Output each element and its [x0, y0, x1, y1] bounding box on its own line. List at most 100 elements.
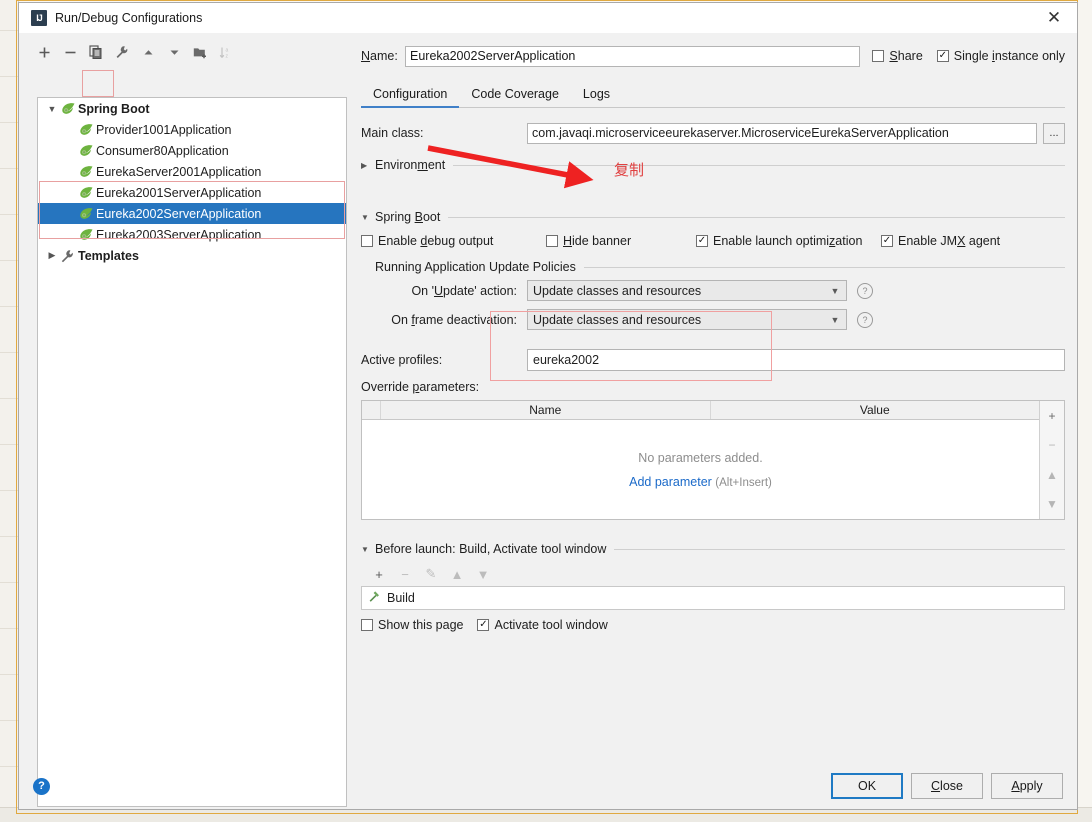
background-text-line	[0, 674, 18, 675]
chevron-down-icon[interactable]: ▼	[824, 315, 846, 325]
tree-item-consumer80application[interactable]: Consumer80Application	[38, 140, 346, 161]
before-launch-task-list[interactable]: Build	[361, 586, 1065, 610]
main-class-browse-button[interactable]: ...	[1043, 122, 1065, 144]
show-this-page-checkbox[interactable]: Show this page	[361, 618, 463, 632]
on-frame-deactivation-select[interactable]: Update classes and resources ▼	[527, 309, 847, 330]
name-row-checkboxes: Share Single instance only	[872, 49, 1065, 63]
tab-logs[interactable]: Logs	[571, 87, 622, 107]
chevron-right-icon[interactable]: ▶	[44, 250, 60, 261]
tree-toolbar: a z	[25, 39, 349, 65]
configurations-tree-pane: a z ▼ Spring Boot Provider1001Applicatio…	[19, 33, 349, 807]
active-profiles-input[interactable]: eureka2002	[527, 349, 1065, 371]
close-button[interactable]: Close	[911, 773, 983, 799]
wrench-icon[interactable]	[109, 41, 135, 63]
minus-icon[interactable]	[57, 41, 83, 63]
run-debug-configurations-dialog: IJ Run/Debug Configurations ✕ a z ▼ Spri…	[18, 2, 1078, 810]
add-task-button[interactable]: +	[367, 564, 391, 584]
tree-item-eureka2002serverapplication[interactable]: Eureka2002ServerApplication	[38, 203, 346, 224]
chevron-down-icon[interactable]: ▼	[361, 545, 370, 554]
name-input[interactable]: Eureka2002ServerApplication	[405, 45, 860, 67]
main-class-input[interactable]: com.javaqi.microserviceeurekaserver.Micr…	[527, 122, 1037, 144]
activate-tool-window-checkbox[interactable]: Activate tool window	[477, 618, 608, 632]
chevron-down-icon[interactable]: ▼	[44, 104, 60, 114]
arrow-up-icon[interactable]	[135, 41, 161, 63]
tree-item-label: Provider1001Application	[96, 122, 232, 137]
hide-banner-checkbox[interactable]: Hide banner	[546, 234, 696, 248]
override-parameters-table[interactable]: Name Value No parameters added. Add para…	[361, 400, 1065, 520]
column-header-value[interactable]: Value	[711, 401, 1040, 419]
add-parameter-shortcut-hint: (Alt+Insert)	[715, 476, 772, 489]
plus-icon[interactable]	[31, 41, 57, 63]
footer-buttons: OK Close Apply	[831, 773, 1063, 799]
dialog-title: Run/Debug Configurations	[55, 11, 203, 25]
single-instance-only-checkbox[interactable]: Single instance only	[936, 49, 1065, 63]
row-gutter-column	[362, 401, 381, 419]
tab-code-coverage[interactable]: Code Coverage	[459, 87, 571, 107]
tree-item-eureka2001serverapplication[interactable]: Eureka2001ServerApplication	[38, 182, 346, 203]
spring-boot-icon	[78, 207, 94, 221]
background-text-line	[0, 766, 18, 767]
dialog-body: a z ▼ Spring Boot Provider1001Applicatio…	[19, 33, 1077, 807]
spring-boot-section-header[interactable]: ▼ Spring Boot	[361, 210, 1065, 224]
on-update-action-value: Update classes and resources	[533, 283, 702, 298]
enable-jmx-agent-checkbox[interactable]: Enable JMX agent	[881, 234, 1000, 248]
question-mark-icon[interactable]: ?	[857, 282, 873, 299]
enable-debug-output-checkbox[interactable]: Enable debug output	[361, 234, 546, 248]
update-policies-label: Running Application Update Policies	[375, 260, 576, 274]
on-frame-deactivation-label: On frame deactivation:	[391, 312, 517, 327]
svg-text:z: z	[226, 53, 229, 59]
tree-group-templates[interactable]: ▶ Templates	[38, 245, 346, 266]
spring-boot-icon	[78, 186, 94, 200]
edit-task-button[interactable]: ✎	[419, 564, 443, 584]
folder-add-icon[interactable]	[187, 41, 213, 63]
remove-parameter-button[interactable]: −	[1040, 431, 1064, 461]
add-parameter-button[interactable]: +	[1040, 401, 1064, 431]
move-parameter-down-button[interactable]: ▼	[1040, 490, 1064, 520]
question-mark-icon[interactable]: ?	[33, 777, 50, 795]
tree-item-label: Eureka2003ServerApplication	[96, 227, 262, 242]
update-policies-header: Running Application Update Policies	[361, 260, 1065, 274]
remove-task-button[interactable]: −	[393, 564, 417, 584]
empty-table-message: No parameters added.	[638, 450, 763, 465]
ok-button[interactable]: OK	[831, 773, 903, 799]
move-parameter-up-button[interactable]: ▲	[1040, 460, 1064, 490]
move-task-down-button[interactable]: ▼	[471, 564, 495, 584]
enable-launch-optimization-checkbox[interactable]: Enable launch optimization	[696, 234, 881, 248]
close-icon[interactable]: ✕	[1031, 3, 1077, 33]
share-checkbox[interactable]: Share	[872, 49, 923, 63]
before-launch-header[interactable]: ▼ Before launch: Build, Activate tool wi…	[361, 542, 1065, 556]
configuration-tab-panel: Main class: com.javaqi.microserviceeurek…	[361, 108, 1065, 632]
add-parameter-link[interactable]: Add parameter	[629, 475, 712, 489]
chevron-down-icon[interactable]: ▼	[361, 213, 370, 222]
tab-configuration[interactable]: Configuration	[361, 87, 460, 108]
apply-button[interactable]: Apply	[991, 773, 1063, 799]
before-launch-task-label: Build	[387, 591, 415, 605]
environment-section-header[interactable]: ▶ Environment	[361, 158, 1065, 172]
configurations-tree[interactable]: ▼ Spring Boot Provider1001Application Co…	[37, 97, 347, 807]
background-text-line	[0, 490, 18, 491]
name-label: Name:	[361, 49, 398, 63]
tree-item-eurekaserver2001application[interactable]: EurekaServer2001Application	[38, 161, 346, 182]
chevron-right-icon[interactable]: ▶	[361, 161, 370, 170]
arrow-down-icon[interactable]	[161, 41, 187, 63]
main-class-label: Main class:	[361, 126, 424, 140]
configuration-editor-pane: Name: Eureka2002ServerApplication Share …	[349, 33, 1077, 763]
tree-item-eureka2003serverapplication[interactable]: Eureka2003ServerApplication	[38, 224, 346, 245]
build-hammer-icon	[368, 590, 381, 606]
chevron-down-icon[interactable]: ▼	[824, 286, 846, 296]
before-launch-options: Show this page Activate tool window	[361, 618, 1065, 632]
tree-group-spring-boot[interactable]: ▼ Spring Boot	[38, 98, 346, 119]
dialog-footer: ? OK Close Apply	[19, 763, 1077, 809]
spring-boot-icon	[78, 144, 94, 158]
copy-icon[interactable]	[83, 41, 109, 63]
sort-az-icon[interactable]: a z	[213, 41, 239, 63]
question-mark-icon[interactable]: ?	[857, 311, 873, 328]
before-launch-label: Before launch: Build, Activate tool wind…	[375, 542, 607, 556]
parameters-table-body: No parameters added. Add parameter (Alt+…	[362, 420, 1039, 519]
move-task-up-button[interactable]: ▲	[445, 564, 469, 584]
on-update-action-select[interactable]: Update classes and resources ▼	[527, 280, 847, 301]
column-header-name[interactable]: Name	[381, 401, 711, 419]
parameters-table-sidebar: + − ▲ ▼	[1039, 401, 1064, 519]
tree-item-provider1001application[interactable]: Provider1001Application	[38, 119, 346, 140]
editor-tabs: Configuration Code Coverage Logs	[361, 79, 1065, 108]
